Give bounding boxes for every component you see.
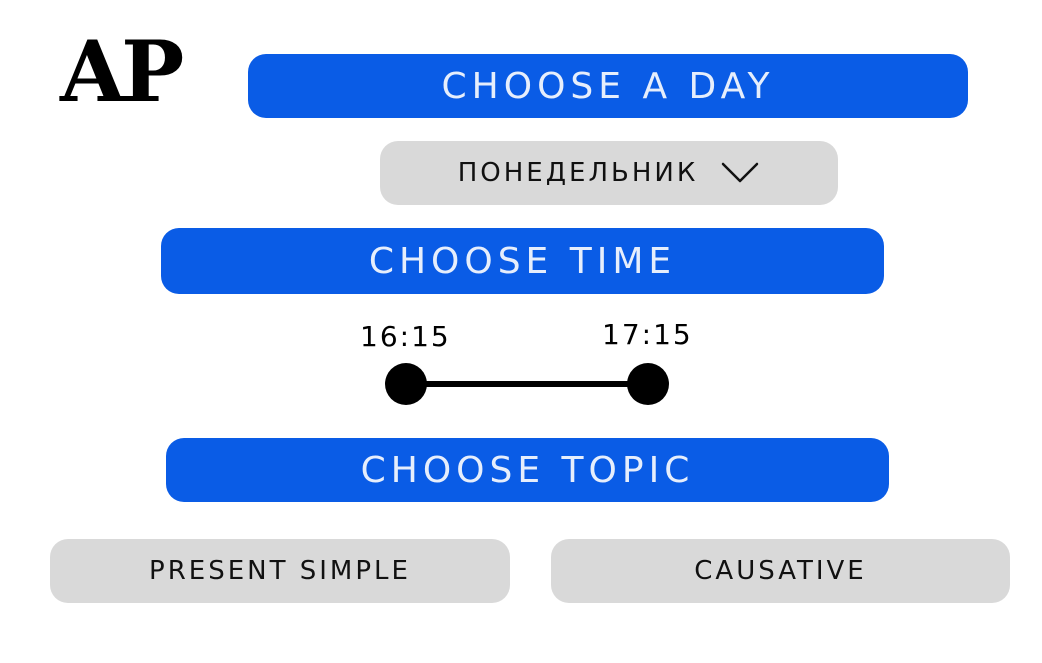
end-time-handle[interactable] <box>627 363 669 405</box>
time-range-slider[interactable] <box>380 358 680 410</box>
topic-option-label: PRESENT SIMPLE <box>149 556 411 586</box>
topic-option-label: CAUSATIVE <box>694 556 867 586</box>
logo: AP <box>60 22 184 121</box>
topic-option-causative[interactable]: CAUSATIVE <box>551 539 1010 603</box>
day-dropdown[interactable]: ПОНЕДЕЛЬНИК <box>380 141 838 205</box>
choose-day-label: CHOOSE A DAY <box>441 65 775 107</box>
choose-topic-header: CHOOSE TOPIC <box>166 438 889 502</box>
choose-time-header: CHOOSE TIME <box>161 228 884 294</box>
choose-topic-label: CHOOSE TOPIC <box>360 449 695 491</box>
topic-option-present-simple[interactable]: PRESENT SIMPLE <box>50 539 510 603</box>
start-time-handle[interactable] <box>385 363 427 405</box>
choose-time-label: CHOOSE TIME <box>368 240 677 282</box>
end-time-label: 17:15 <box>602 318 693 351</box>
chevron-down-icon <box>720 161 760 185</box>
choose-day-header: CHOOSE A DAY <box>248 54 968 118</box>
start-time-label: 16:15 <box>360 320 451 353</box>
day-dropdown-value: ПОНЕДЕЛЬНИК <box>457 158 699 188</box>
